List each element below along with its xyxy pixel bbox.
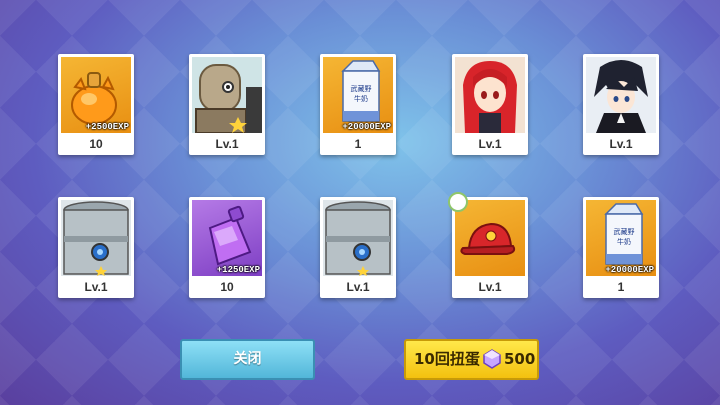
card-art: 武藏野 牛奶 +20000EXP bbox=[323, 57, 393, 133]
metal-canister-icon bbox=[323, 200, 393, 276]
svg-text:武藏野: 武藏野 bbox=[614, 227, 635, 236]
card-level: Lv.1 bbox=[478, 137, 502, 151]
reward-card[interactable]: +1250EXP 10 bbox=[189, 197, 265, 298]
exp-amount: +1250EXP bbox=[216, 265, 260, 275]
metal-canister-icon bbox=[61, 200, 131, 276]
reward-card[interactable]: Lv.1 bbox=[452, 54, 528, 155]
red-cap-icon bbox=[460, 222, 516, 255]
close-button-label: 关闭 bbox=[233, 351, 262, 367]
reward-card[interactable]: 武藏野 牛奶 +20000EXP 1 bbox=[320, 54, 396, 155]
card-art bbox=[192, 57, 262, 133]
exp-amount: +2500EXP bbox=[85, 122, 129, 132]
close-button[interactable]: 关闭 bbox=[180, 339, 315, 380]
svg-text:牛奶: 牛奶 bbox=[354, 94, 368, 103]
card-art bbox=[323, 200, 393, 276]
reward-card[interactable]: Lv.1 bbox=[58, 197, 134, 298]
exp-amount: +20000EXP bbox=[342, 122, 391, 132]
card-art: +1250EXP bbox=[192, 200, 262, 276]
card-level: Lv.1 bbox=[478, 280, 502, 294]
robot-character-icon bbox=[192, 57, 262, 133]
gacha-cost: 500 bbox=[504, 350, 536, 368]
reward-card[interactable]: Lv.1 bbox=[452, 197, 528, 298]
crystal-icon bbox=[483, 349, 501, 369]
reward-card[interactable]: +2500EXP 10 bbox=[58, 54, 134, 155]
card-count: 10 bbox=[220, 280, 234, 294]
equipped-badge-icon bbox=[448, 192, 468, 212]
dark-hair-boy-character-icon bbox=[586, 57, 656, 133]
card-art bbox=[455, 57, 525, 133]
card-count: 10 bbox=[89, 137, 103, 151]
svg-text:武藏野: 武藏野 bbox=[351, 84, 372, 93]
gacha-button-label: 10回扭蛋 bbox=[414, 350, 480, 368]
gacha-10-roll-button[interactable]: 10回扭蛋 500 bbox=[404, 339, 539, 380]
card-count: 1 bbox=[617, 280, 625, 294]
card-level: Lv.1 bbox=[609, 137, 633, 151]
reward-card[interactable]: Lv.1 bbox=[320, 197, 396, 298]
card-art bbox=[586, 57, 656, 133]
card-level: Lv.1 bbox=[84, 280, 108, 294]
reward-card[interactable]: Lv.1 bbox=[189, 54, 265, 155]
card-level: Lv.1 bbox=[346, 280, 370, 294]
svg-text:牛奶: 牛奶 bbox=[617, 237, 631, 246]
reward-card[interactable]: Lv.1 bbox=[583, 54, 659, 155]
card-art: +2500EXP bbox=[61, 57, 131, 133]
exp-amount: +20000EXP bbox=[605, 265, 654, 275]
card-art: 武藏野 牛奶 +20000EXP bbox=[586, 200, 656, 276]
card-art bbox=[61, 200, 131, 276]
reward-card[interactable]: 武藏野 牛奶 +20000EXP 1 bbox=[583, 197, 659, 298]
card-art bbox=[455, 200, 525, 276]
card-count: 1 bbox=[354, 137, 362, 151]
red-hair-girl-character-icon bbox=[455, 57, 525, 133]
card-level: Lv.1 bbox=[215, 137, 239, 151]
